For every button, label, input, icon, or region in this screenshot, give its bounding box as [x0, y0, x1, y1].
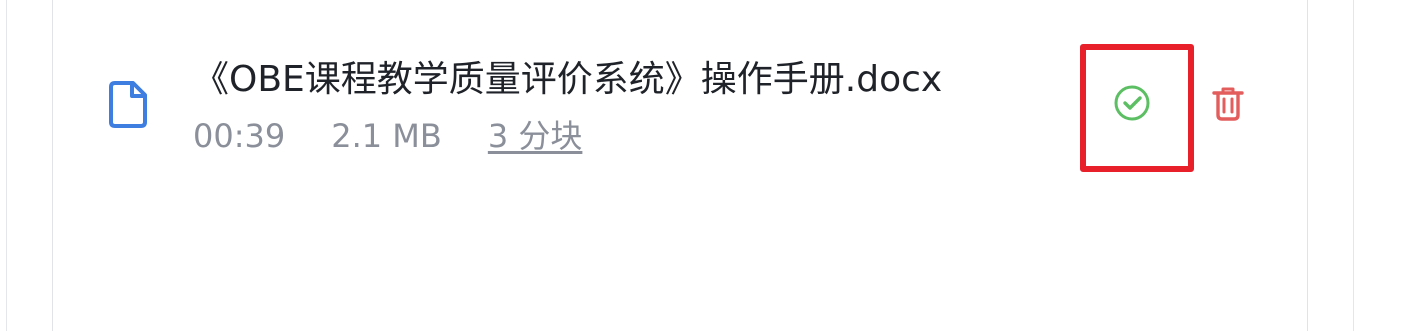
- file-size: 2.1 MB: [331, 117, 442, 155]
- trash-icon: [1212, 87, 1244, 121]
- chunks-link[interactable]: 3 分块: [488, 116, 583, 156]
- document-icon: [108, 79, 150, 129]
- right-edge-panel: [1353, 0, 1401, 331]
- file-duration: 00:39: [193, 117, 286, 155]
- file-meta: 00:39 2.1 MB 3 分块: [193, 116, 582, 156]
- delete-button[interactable]: [1211, 84, 1245, 122]
- left-edge-panel: [0, 0, 7, 331]
- check-circle-icon: [1113, 84, 1151, 122]
- file-name: 《OBE课程教学质量评价系统》操作手册.docx: [193, 59, 943, 100]
- file-list-item[interactable]: 《OBE课程教学质量评价系统》操作手册.docx 00:39 2.1 MB 3 分块: [52, 36, 1252, 176]
- page: 《OBE课程教学质量评价系统》操作手册.docx 00:39 2.1 MB 3 分块: [0, 0, 1401, 331]
